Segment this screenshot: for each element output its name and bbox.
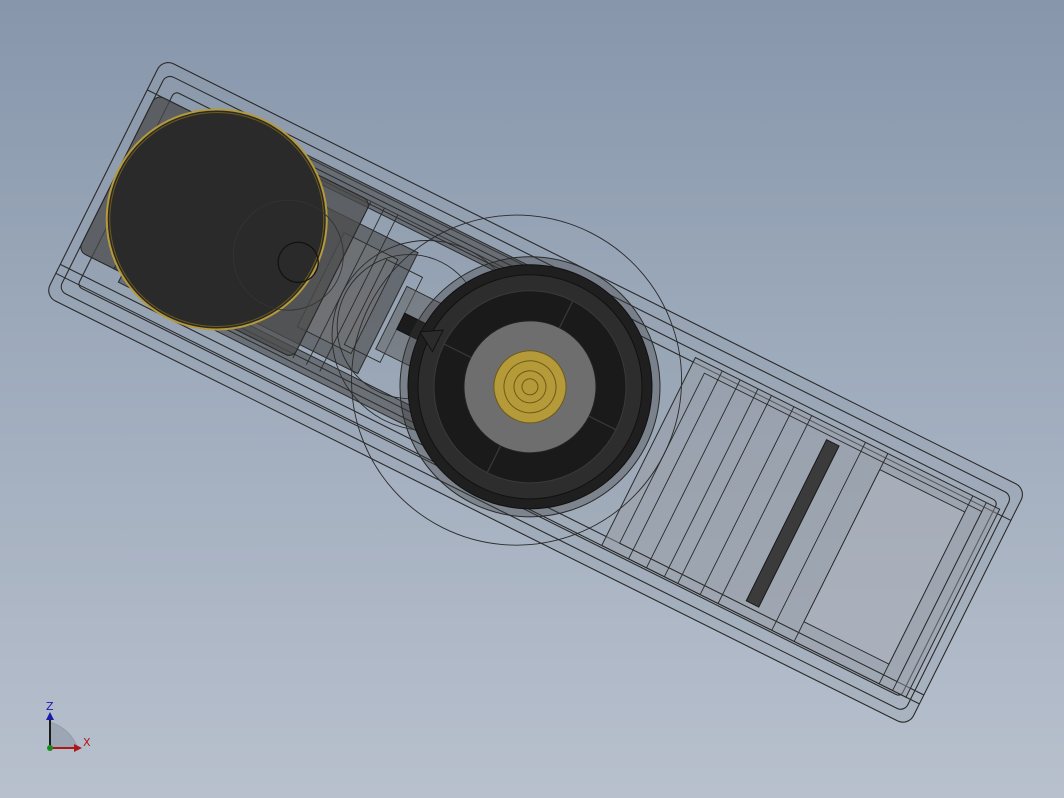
- triad-origin: [47, 745, 53, 751]
- triad-x-label: X: [83, 736, 91, 749]
- triad-z-label: Z: [46, 700, 54, 713]
- assembly-model: [48, 62, 1023, 723]
- orientation-triad: Z X: [46, 700, 91, 752]
- x-arrow-icon: [74, 744, 82, 752]
- z-arrow-icon: [46, 712, 54, 720]
- cad-viewport[interactable]: Z X: [0, 0, 1064, 798]
- triad-plane: [49, 721, 79, 749]
